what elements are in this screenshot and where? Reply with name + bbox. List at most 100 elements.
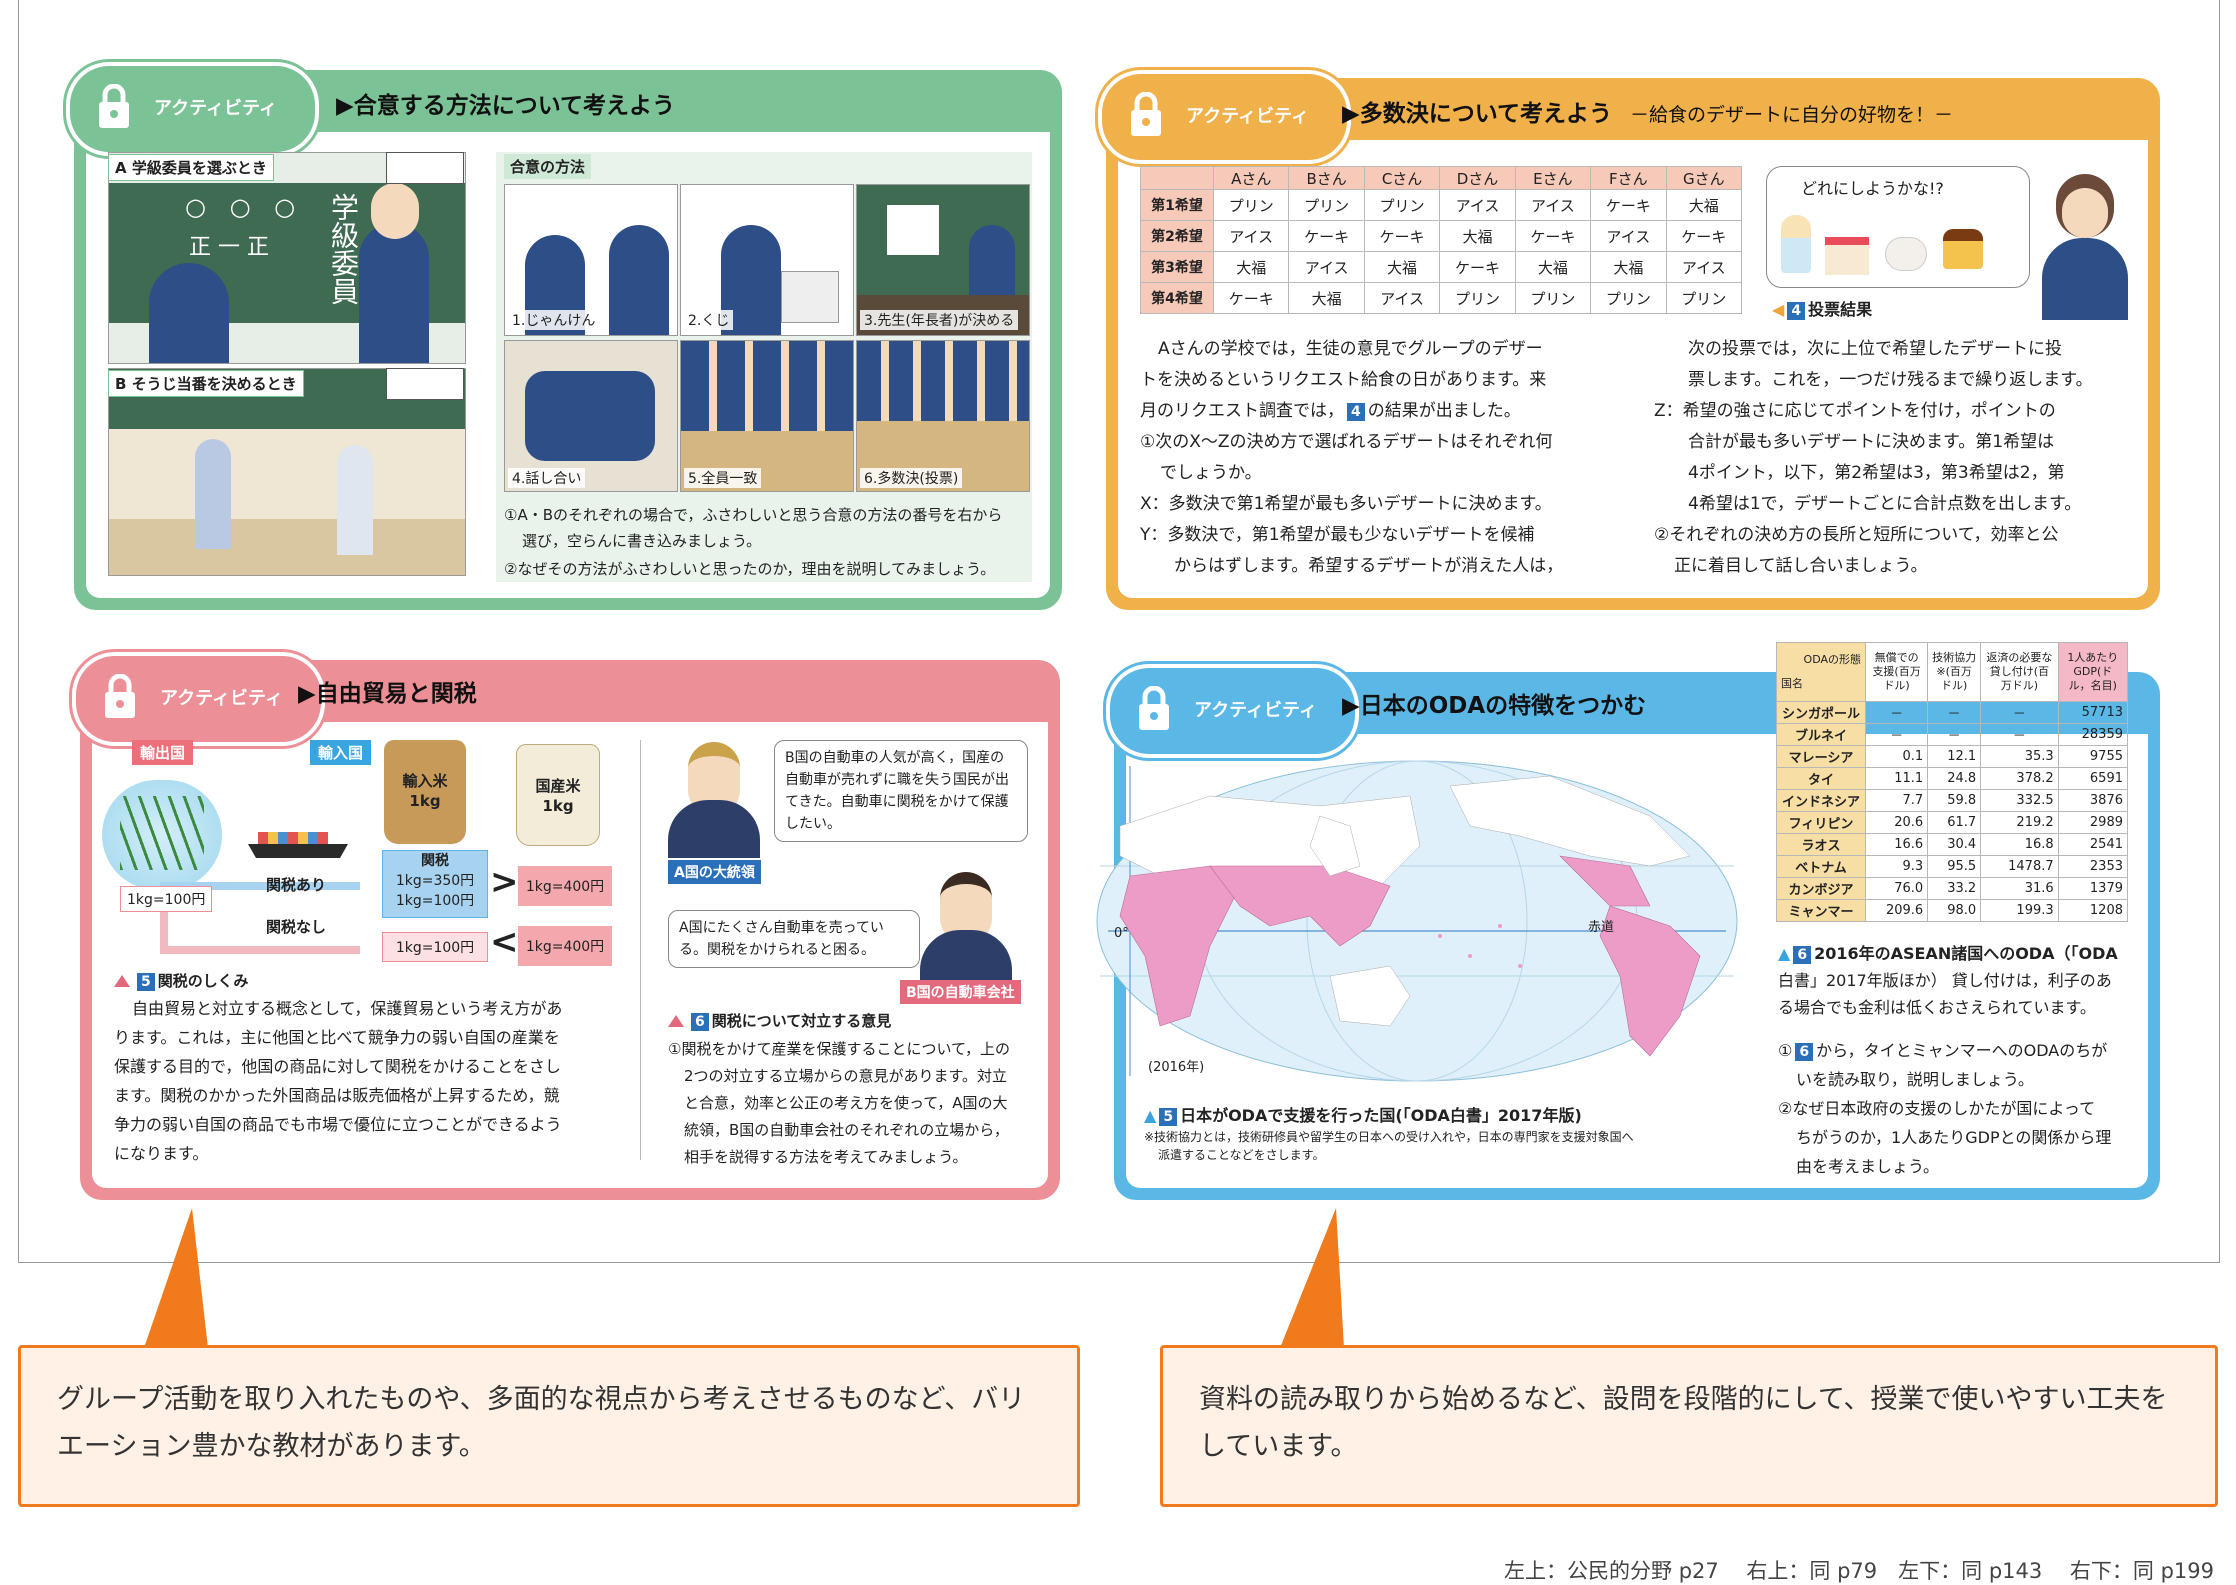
fig6-caption: 6 関税について対立する意見 xyxy=(668,1010,891,1031)
callout-pointer-right xyxy=(1280,1208,1344,1348)
tariff-question: ①関税をかけて産業を保護することについて，上の 2つの対立する立場からの意見があ… xyxy=(668,1040,1010,1166)
lock-key-icon xyxy=(1139,686,1169,730)
table-row: 第4希望 ケーキ 大福 アイス プリン プリン プリン プリン xyxy=(1140,282,1743,314)
callout-right: 資料の読み取りから始めるなど、設問を段階的にして、授業で使いやすい工夫をしていま… xyxy=(1160,1345,2218,1507)
vote-table: Aさん Bさん Cさん Dさん Eさん Fさん Gさん 第1希望 プリン プリンプ… xyxy=(1140,166,1743,314)
activity-badge: アクティビティ xyxy=(66,62,319,156)
table-row: インドネシア 7.7 59.8 332.5 3876 xyxy=(1776,789,2129,812)
table-row: ラオス 16.6 30.4 16.8 2541 xyxy=(1776,833,2129,856)
daifuku-icon xyxy=(1885,237,1927,271)
pudding-icon xyxy=(1943,229,1983,269)
vote-col-c: Cさん xyxy=(1363,166,1441,190)
car-company-speech-bubble: A国にたくさん自動車を売っている。関税をかけられると困る。 xyxy=(668,910,920,968)
oda-table-corner: ODAの形態 国名 xyxy=(1776,642,1866,702)
car-company-illustration xyxy=(920,872,1012,988)
arrow-up-icon: ▲ xyxy=(1144,1106,1157,1125)
bubble-text: どれにしようかな!? xyxy=(1801,179,1944,198)
activity-badge: アクティビティ xyxy=(1098,70,1351,164)
car-company-label: B国の自動車会社 xyxy=(900,980,1021,1004)
activity-label: アクティビティ xyxy=(1194,700,1317,721)
method-4-caption: 4.話し合い xyxy=(508,468,586,488)
method-3-caption: 3.先生(年長者)が決める xyxy=(860,310,1019,330)
panel-title: ▶多数決について考えよう －給食のデザートに自分の好物を！－ xyxy=(1342,94,1953,128)
panel-majority: アクティビティ ▶多数決について考えよう －給食のデザートに自分の好物を！－ Aさ… xyxy=(1098,70,2160,610)
question-1-cont: 選び，空らんに書き込みましょう。 xyxy=(522,532,762,550)
callout-left: グループ活動を取り入れたものや、多面的な視点から考えさせるものなど、バリエーショ… xyxy=(18,1345,1080,1507)
activity-label: アクティビティ xyxy=(160,688,283,709)
oda-col-gdp: 1人あたりGDP(ドル，名目) xyxy=(2057,642,2129,702)
vote-col-b: Bさん xyxy=(1288,166,1365,190)
table-row: 第1希望 プリン プリン プリン アイス アイス ケーキ 大福 xyxy=(1140,189,1743,221)
column-divider xyxy=(640,740,641,1160)
less-than-icon: < xyxy=(490,922,519,962)
lock-key-icon xyxy=(1131,92,1161,136)
table-row: マレーシア 0.1 12.1 35.3 9755 xyxy=(1776,745,2129,768)
ship-illustration xyxy=(248,832,348,862)
tariff-yes-label: 関税あり xyxy=(266,876,327,894)
import-country-tag: 輸入国 xyxy=(310,740,372,765)
activity-label: アクティビティ xyxy=(1186,106,1309,127)
domestic-price-box-1: 1kg=400円 xyxy=(518,866,612,906)
free-trade-body: 自由貿易と対立する概念として，保護貿易という考え方があ ります。これは，主に他国… xyxy=(114,999,563,1163)
export-country-tag: 輸出国 xyxy=(132,740,194,765)
board-text: 学級委員 xyxy=(327,193,360,305)
activity-label: アクティビティ xyxy=(154,98,277,119)
panel-agreement: アクティビティ ▶合意する方法について考えよう ○ ○ ○ 正 一 正 学級委員… xyxy=(66,62,1062,610)
board-tally: 正 一 正 xyxy=(189,235,269,260)
table-row: 第2希望 アイス ケーキ ケーキ 大福 ケーキ アイス ケーキ xyxy=(1140,220,1743,252)
table-row: ミャンマー 209.6 98.0 199.3 1208 xyxy=(1776,899,2129,922)
greater-than-icon: > xyxy=(490,862,519,902)
question-2: ②なぜその方法がふさわしいと思ったのか，理由を説明してみましょう。 xyxy=(504,560,996,578)
table-row: シンガポール－－－ 57713 xyxy=(1776,701,2129,724)
scene-b-answer-box[interactable] xyxy=(386,368,464,400)
left-text-column: Aさんの学校では，生徒の意見でグループのデザー トを決めるというリクエスト給食の… xyxy=(1140,339,1564,576)
vote-col-d: Dさん xyxy=(1439,166,1516,190)
dessert-thought-bubble: どれにしようかな!? xyxy=(1766,166,2030,288)
president-speech-bubble: B国の自動車の人気が高く，国産の自動車が売れずに職を失う国民が出てきた。自動車に… xyxy=(774,740,1028,842)
methods-label: 合意の方法 xyxy=(504,154,592,179)
page-reference-footer: 左上：公民的分野 p27 右上：同 p79 左下：同 p143 右下：同 p19… xyxy=(1504,1559,2214,1583)
board-marks: ○ ○ ○ xyxy=(185,193,304,221)
question-1: ①A・Bのそれぞれの場合で，ふさわしいと思う合意の方法の番号を右から xyxy=(504,506,1003,524)
right-text-column: 次の投票では，次に上位で希望したデザートに投 票します。これを，一つだけ残るまで… xyxy=(1654,339,2093,576)
no-tariff-price-box: 1kg=100円 xyxy=(382,932,488,962)
scene-b-label: B そうじ当番を決めるとき xyxy=(108,370,304,397)
president-label: A国の大統領 xyxy=(668,860,761,884)
arrow-up-icon xyxy=(668,1015,684,1027)
vote-col-f: Fさん xyxy=(1590,166,1667,190)
oda-col-grant: 無償での支援(百万ドル) xyxy=(1864,642,1929,702)
panel-title: ▶日本のODAの特徴をつかむ xyxy=(1342,693,1647,719)
table-row: 第3希望 大福 アイス 大福 ケーキ 大福 大福 アイス xyxy=(1140,251,1743,283)
table-row: ブルネイ－－－ 28359 xyxy=(1776,723,2129,746)
arrow-up-icon xyxy=(114,975,130,987)
fig5-caption: 5 関税のしくみ xyxy=(114,970,248,991)
panel-subtitle: －給食のデザートに自分の好物を！－ xyxy=(1630,104,1954,126)
table-row: ベトナム 9.3 95.5 1478.7 2353 xyxy=(1776,855,2129,878)
vote-col-g: Gさん xyxy=(1665,166,1743,190)
oda-col-loan: 返済の必要な貸し付け(百万ドル) xyxy=(1980,642,2059,702)
activity-badge: アクティビティ xyxy=(72,652,325,746)
fig6-caption: ▲ 6 2016年のASEAN諸国へのODA（「ODA 白書」2017年版ほか） 貸… xyxy=(1778,944,2118,1017)
scene-a-answer-box[interactable] xyxy=(386,152,464,184)
panel-title: ▶合意する方法について考えよう xyxy=(336,93,675,119)
activity-badge: アクティビティ xyxy=(1106,664,1359,758)
parfait-icon xyxy=(1781,215,1811,273)
method-1-caption: 1.じゃんけん xyxy=(508,310,600,330)
arrow-up-icon: ▲ xyxy=(1778,944,1791,963)
lock-key-icon xyxy=(105,674,135,718)
callout-left-text: グループ活動を取り入れたものや、多面的な視点から考えさせるものなど、バリエーショ… xyxy=(57,1384,1026,1462)
tariff-box: 関税 1kg=350円 1kg=100円 xyxy=(382,850,488,918)
vote-table-corner xyxy=(1140,166,1214,190)
table-row: フィリピン 20.6 61.7 219.2 2989 xyxy=(1776,811,2129,834)
tech-cooperation-note: ※技術協力とは，技術研修員や留学生の日本への受け入れや，日本の専門家を支援対象国… xyxy=(1144,1130,1634,1162)
panel-free-trade: アクティビティ ▶自由貿易と関税 輸出国 輸入国 輸入米 1kg 国産米 1kg… xyxy=(72,652,1060,1200)
fig-number: 4 xyxy=(1787,302,1806,320)
callout-right-text: 資料の読み取りから始めるなど、設問を段階的にして、授業で使いやすい工夫をしていま… xyxy=(1199,1384,2168,1462)
panel-title: ▶自由貿易と関税 xyxy=(298,681,477,707)
table-row: タイ 11.1 24.8 378.2 6591 xyxy=(1776,767,2129,790)
lock-key-icon xyxy=(99,84,129,128)
callout-pointer-left xyxy=(144,1208,208,1348)
oda-questions: ① 6 から，タイとミャンマーへのODAのちが いを読み取り，説明しましょう。 ②な… xyxy=(1778,1041,2112,1176)
fig5-caption: ▲ 5 日本がODAで支援を行った国(「ODA白書」2017年版) xyxy=(1144,1106,1582,1126)
panel-title-text: ▶多数決について考えよう xyxy=(1342,101,1612,127)
